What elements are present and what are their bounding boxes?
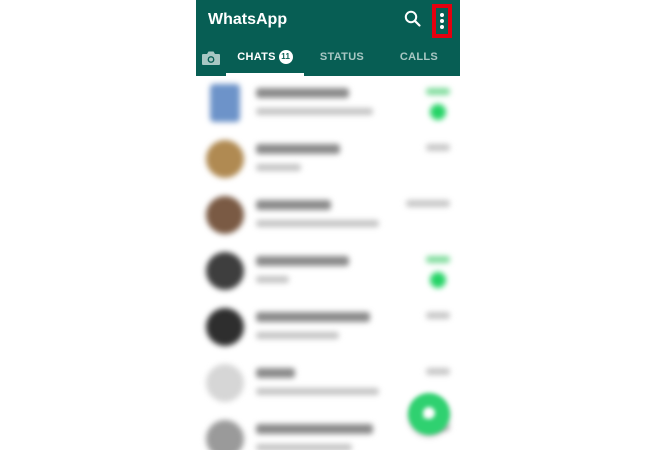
app-title: WhatsApp [208, 11, 288, 28]
chat-preview-placeholder [256, 220, 379, 227]
chat-time-placeholder [426, 312, 450, 319]
chat-name-placeholder [256, 256, 349, 266]
chat-list-item[interactable] [196, 244, 460, 300]
chat-name-placeholder [256, 424, 373, 434]
tab-calls-label: CALLS [399, 51, 439, 63]
tab-calls[interactable]: CALLS [382, 40, 456, 76]
tab-bar: CHATS 11 STATUS CALLS [196, 40, 460, 76]
search-icon [404, 10, 421, 27]
avatar [206, 252, 244, 290]
tab-chats-label: CHATS [237, 51, 276, 63]
tab-status-label: STATUS [319, 51, 365, 63]
unread-indicator [430, 104, 446, 120]
avatar [206, 308, 244, 346]
search-button[interactable] [402, 8, 424, 30]
more-vertical-icon [440, 13, 444, 31]
chat-time-placeholder [426, 368, 450, 375]
chat-list-item[interactable] [196, 132, 460, 188]
chat-list-item[interactable] [196, 76, 460, 132]
chat-time-placeholder [426, 256, 450, 263]
chat-list-item[interactable] [196, 188, 460, 244]
avatar [206, 364, 244, 402]
chat-time-placeholder [426, 88, 450, 95]
chat-preview-placeholder [256, 164, 301, 171]
chat-time-placeholder [406, 200, 450, 207]
chat-name-placeholder [256, 368, 295, 378]
chat-icon [422, 407, 435, 419]
app-bar: WhatsApp CHATS 11 STATUS CALLS [196, 0, 460, 76]
more-options-button[interactable] [432, 4, 452, 38]
chat-preview-placeholder [256, 388, 379, 395]
chat-list-item[interactable] [196, 300, 460, 356]
chat-preview-placeholder [256, 276, 289, 283]
avatar [206, 196, 244, 234]
chat-name-placeholder [256, 312, 370, 322]
new-chat-button[interactable] [408, 393, 450, 435]
chat-preview-placeholder [256, 444, 352, 450]
tab-chats[interactable]: CHATS 11 [226, 40, 304, 76]
avatar [210, 84, 240, 122]
chat-name-placeholder [256, 144, 340, 154]
phone-screen: WhatsApp CHATS 11 STATUS CALLS [196, 0, 460, 450]
chat-preview-placeholder [256, 332, 339, 339]
tab-camera[interactable] [200, 49, 222, 67]
chat-name-placeholder [256, 88, 349, 98]
unread-indicator [430, 272, 446, 288]
avatar [206, 140, 244, 178]
chat-preview-placeholder [256, 108, 373, 115]
chat-time-placeholder [426, 144, 450, 151]
camera-icon [202, 51, 220, 65]
chat-name-placeholder [256, 200, 331, 210]
tab-status[interactable]: STATUS [306, 40, 378, 76]
unread-count-badge: 11 [278, 50, 293, 64]
avatar [206, 420, 244, 450]
